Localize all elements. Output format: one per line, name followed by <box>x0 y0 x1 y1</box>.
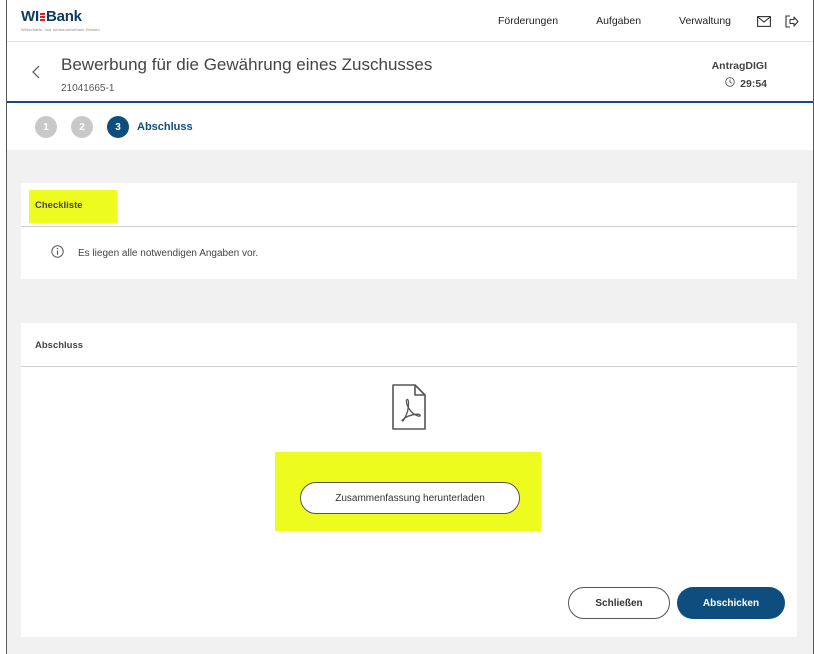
app-frame: WI Bank Wirtschafts- und Infrastrukturba… <box>6 0 814 654</box>
download-summary-button[interactable]: Zusammenfassung herunterladen <box>300 482 520 514</box>
checklist-card: Checkliste Es liegen alle notwendigen An… <box>21 183 797 279</box>
step-3[interactable]: 3 <box>107 116 129 138</box>
wibank-logo[interactable]: WI Bank Wirtschafts- und Infrastrukturba… <box>21 8 100 32</box>
checklist-title: Checkliste <box>35 200 83 211</box>
submit-button[interactable]: Abschicken <box>677 587 785 619</box>
nav-verwaltung[interactable]: Verwaltung <box>679 15 731 27</box>
checklist-message: Es liegen alle notwendigen Angaben vor. <box>78 247 259 259</box>
main-nav: Förderungen Aufgaben Verwaltung <box>498 0 813 42</box>
logo-bank: Bank <box>45 8 82 25</box>
logo-wordmark: WI Bank <box>21 8 100 25</box>
abschluss-card: Abschluss Zusammenfassung herunterladen … <box>21 323 797 637</box>
clock-icon <box>725 77 735 90</box>
mail-icon[interactable] <box>757 15 771 27</box>
page-title: Bewerbung für die Gewährung eines Zuschu… <box>61 55 433 74</box>
nav-aufgaben[interactable]: Aufgaben <box>596 15 641 27</box>
timer-value: 29:54 <box>740 77 767 90</box>
step-2[interactable]: 2 <box>71 116 93 138</box>
checklist-card-header: Checkliste <box>21 183 797 227</box>
abschluss-title: Abschluss <box>35 340 84 351</box>
info-icon <box>51 245 64 261</box>
application-id: 21041665-1 <box>61 83 115 94</box>
back-chevron-icon[interactable] <box>31 65 40 84</box>
app-name: AntragDIGI <box>711 60 767 72</box>
nav-foerderungen[interactable]: Förderungen <box>498 15 558 27</box>
logout-icon[interactable] <box>785 14 799 28</box>
logo-tagline: Wirtschafts- und Infrastrukturbank Hesse… <box>21 27 100 32</box>
step-indicator: 1 2 3 Abschluss <box>7 105 813 149</box>
step-3-label: Abschluss <box>137 121 193 133</box>
abschluss-card-header: Abschluss <box>21 323 797 367</box>
close-button[interactable]: Schließen <box>568 587 670 619</box>
top-bar: WI Bank Wirtschafts- und Infrastrukturba… <box>7 0 813 42</box>
pdf-file-icon <box>390 383 428 436</box>
page-header: Bewerbung für die Gewährung eines Zuschu… <box>7 43 813 103</box>
checklist-info-row: Es liegen alle notwendigen Angaben vor. <box>21 227 797 279</box>
main-content: Checkliste Es liegen alle notwendigen An… <box>7 150 813 654</box>
session-timer: 29:54 <box>725 77 767 90</box>
logo-wi: WI <box>21 8 39 25</box>
step-1[interactable]: 1 <box>35 116 57 138</box>
logo-bars-icon <box>39 12 45 21</box>
